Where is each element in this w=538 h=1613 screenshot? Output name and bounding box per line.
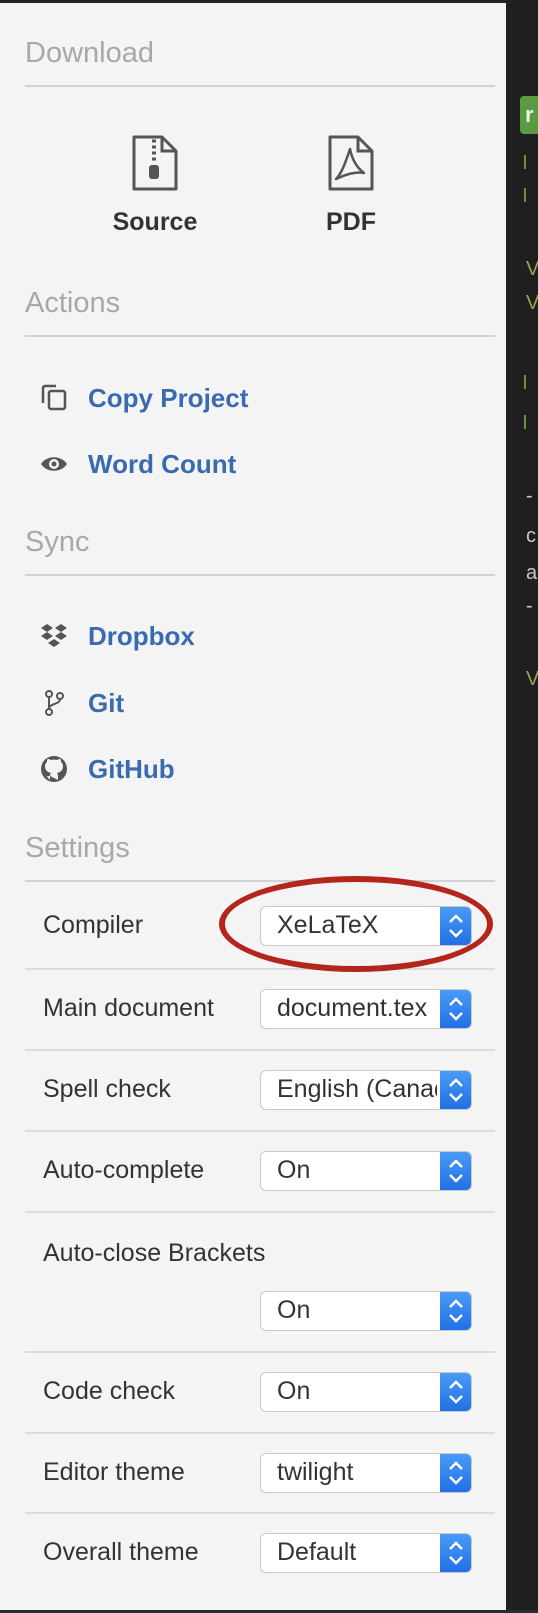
- setting-label-overall-theme: Overall theme: [43, 1538, 199, 1566]
- download-pdf-label: PDF: [326, 208, 376, 236]
- setting-row-editor-theme: Editor theme twilight: [25, 1434, 495, 1514]
- spell-check-select-value: English (Canada): [277, 1075, 437, 1103]
- eye-icon: [38, 448, 70, 480]
- left-menu-panel: Download Source PDF Actions Copy Project: [0, 0, 506, 1610]
- editor-run-tab: r: [520, 96, 538, 134]
- select-chevron-updown-icon: [440, 990, 471, 1028]
- github-link[interactable]: GitHub: [38, 749, 175, 789]
- setting-row-spell-check: Spell check English (Canada): [25, 1051, 495, 1132]
- copy-project-link[interactable]: Copy Project: [38, 378, 248, 418]
- setting-label-main-document: Main document: [43, 994, 214, 1022]
- git-link[interactable]: Git: [38, 683, 124, 723]
- auto-close-brackets-select-value: On: [277, 1296, 311, 1324]
- code-check-select-value: On: [277, 1377, 311, 1405]
- download-section-title: Download: [25, 37, 154, 69]
- editor-background-strip: r V V - c a - V: [506, 0, 538, 1610]
- setting-label-code-check: Code check: [43, 1377, 176, 1405]
- code-check-select[interactable]: On: [260, 1372, 472, 1412]
- download-source-button[interactable]: Source: [80, 135, 230, 237]
- setting-label-auto-complete: Auto-complete: [43, 1156, 205, 1184]
- select-chevron-updown-icon: [440, 1454, 471, 1492]
- sync-section-title: Sync: [25, 526, 90, 558]
- zip-file-icon: [132, 135, 178, 191]
- git-label: Git: [88, 687, 125, 718]
- setting-label-editor-theme: Editor theme: [43, 1458, 185, 1486]
- auto-complete-select-value: On: [277, 1156, 311, 1184]
- select-chevron-updown-icon: [440, 1534, 471, 1572]
- github-label: GitHub: [88, 753, 175, 784]
- sync-divider: [25, 574, 495, 576]
- word-count-link[interactable]: Word Count: [38, 444, 236, 484]
- setting-label-compiler: Compiler: [43, 911, 144, 939]
- overall-theme-select[interactable]: Default: [260, 1533, 472, 1573]
- word-count-label: Word Count: [88, 448, 237, 479]
- auto-complete-select[interactable]: On: [260, 1151, 472, 1191]
- github-icon: [38, 753, 70, 785]
- setting-row-overall-theme: Overall theme Default: [25, 1514, 495, 1613]
- setting-row-auto-close-brackets: Auto-close Brackets On: [25, 1213, 495, 1353]
- main-document-select[interactable]: document.tex: [260, 989, 472, 1029]
- download-source-label: Source: [112, 208, 198, 236]
- git-branch-icon: [38, 687, 70, 719]
- setting-row-auto-complete: Auto-complete On: [25, 1132, 495, 1213]
- editor-theme-select-value: twilight: [277, 1458, 354, 1486]
- setting-label-auto-close-brackets: Auto-close Brackets: [43, 1239, 266, 1267]
- dropbox-label: Dropbox: [88, 620, 195, 651]
- select-chevron-updown-icon: [440, 1292, 471, 1330]
- actions-divider: [25, 335, 495, 337]
- setting-label-spell-check: Spell check: [43, 1075, 171, 1103]
- main-document-select-value: document.tex: [277, 994, 428, 1022]
- spell-check-select[interactable]: English (Canada): [260, 1070, 472, 1110]
- auto-close-brackets-select[interactable]: On: [260, 1291, 472, 1331]
- annotation-ellipse: [219, 876, 493, 972]
- dropbox-link[interactable]: Dropbox: [38, 616, 195, 656]
- copy-icon: [38, 382, 70, 414]
- dropbox-icon: [38, 620, 70, 652]
- copy-project-label: Copy Project: [88, 382, 249, 413]
- setting-row-code-check: Code check On: [25, 1353, 495, 1434]
- select-chevron-updown-icon: [440, 1071, 471, 1109]
- overall-theme-select-value: Default: [277, 1538, 357, 1566]
- download-divider: [25, 85, 495, 87]
- actions-section-title: Actions: [25, 287, 121, 319]
- pdf-file-icon: [328, 135, 374, 191]
- select-chevron-updown-icon: [440, 1373, 471, 1411]
- select-chevron-updown-icon: [440, 1152, 471, 1190]
- settings-section-title: Settings: [25, 832, 130, 864]
- setting-row-main-document: Main document document.tex: [25, 970, 495, 1051]
- editor-theme-select[interactable]: twilight: [260, 1453, 472, 1493]
- download-pdf-button[interactable]: PDF: [276, 135, 426, 237]
